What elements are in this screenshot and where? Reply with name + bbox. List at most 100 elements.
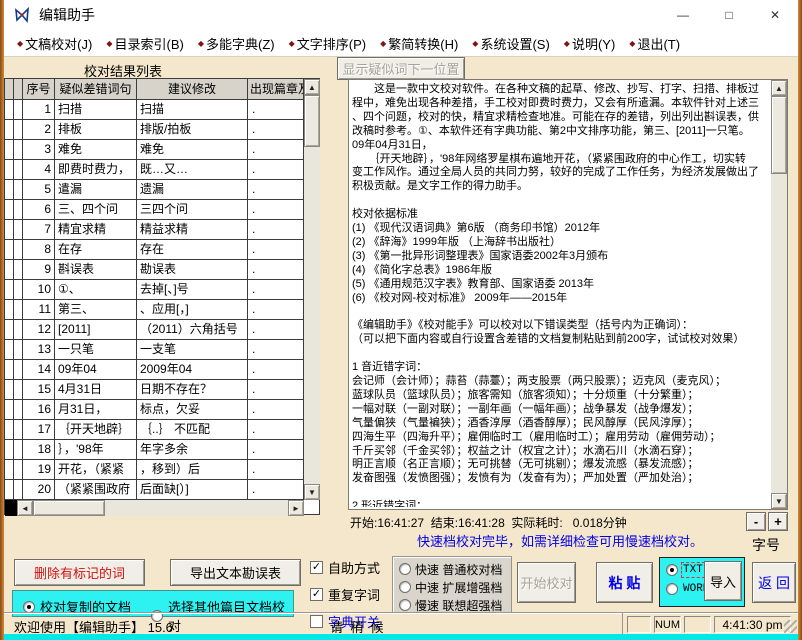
row-suggestion: 标点，欠妥 — [137, 400, 248, 420]
grid-header-ref: 出现篇章及 — [248, 79, 304, 100]
suspect-row[interactable]: 4 即费时费力， 既…又… . — [5, 160, 319, 180]
menu-item-label: 文字排序(P) — [297, 34, 366, 53]
suspect-row[interactable]: 11 第三、 、应用[，] . — [5, 300, 319, 320]
doc-vscrollbar[interactable]: ▲ ▼ — [771, 80, 787, 509]
start-check-button[interactable]: 开始校对 — [517, 562, 576, 603]
suspect-row[interactable]: 8 在存 存在 . — [5, 240, 319, 260]
document-text: 这是一款中文校对软件。在各种文稿的起草、修改、抄写、打字、扫措、排板过 程中，难… — [352, 83, 772, 507]
row-suggestion: 、应用[，] — [137, 300, 248, 320]
row-no: 17 — [23, 420, 55, 440]
row-suggestion: 存在 — [137, 240, 248, 260]
suspect-row[interactable]: 6 三、四个问 三四个问 . — [5, 200, 319, 220]
grid-header-wrong: 疑似差错词句 — [55, 79, 137, 100]
row-wrong-word: 在存 — [55, 240, 137, 260]
row-no: 5 — [23, 180, 55, 200]
document-textarea[interactable]: 这是一款中文校对软件。在各种文稿的起草、修改、抄写、打字、扫措、排板过 程中，难… — [348, 79, 788, 510]
suspect-row[interactable]: 16 月31日， 标点，欠妥 . — [5, 400, 319, 420]
minimize-button-icon[interactable]: — — [660, 0, 706, 30]
paste-button[interactable]: 粘 贴 — [596, 562, 653, 603]
suspect-row[interactable]: 14 09年04 2009年04 . — [5, 360, 319, 380]
row-suggestion: 2009年04 — [137, 360, 248, 380]
menu-item[interactable]: 系统设置(S) — [465, 30, 557, 56]
suspect-row[interactable]: 2 排板 排版/拍板 . — [5, 120, 319, 140]
row-no: 4 — [23, 160, 55, 180]
format-radio-option[interactable]: TXT — [666, 564, 709, 576]
scroll-right-icon[interactable]: ► — [288, 500, 304, 516]
window-title: 编辑助手 — [39, 5, 95, 25]
speed-option-label: 慢速 联想超强档 — [415, 597, 502, 614]
row-wrong-word: （紧紧围政府 — [55, 480, 137, 500]
maximize-button-icon[interactable]: □ — [706, 0, 752, 30]
radio-icon — [666, 564, 678, 576]
export-errata-button[interactable]: 导出文本勘误表 — [170, 559, 301, 586]
menu-item[interactable]: 退出(T) — [622, 30, 687, 56]
menu-item[interactable]: 文字排序(P) — [282, 30, 374, 56]
row-wrong-word: 难免 — [55, 140, 137, 160]
speed-radio-option[interactable]: 中速 扩展增强档 — [393, 578, 511, 596]
suspect-row[interactable]: 9 斟误表 勘误表 . — [5, 260, 319, 280]
scroll-down-icon[interactable]: ▼ — [771, 493, 787, 509]
status-divider — [622, 613, 623, 635]
radio-icon — [399, 581, 411, 593]
speed-radio-option[interactable]: 快速 普通校对档 — [393, 560, 511, 578]
font-smaller-button[interactable]: - — [746, 512, 766, 531]
row-ref: . — [248, 480, 304, 500]
scroll-up-icon[interactable]: ▲ — [771, 80, 787, 96]
scroll-up-icon[interactable]: ▲ — [304, 79, 320, 95]
switch-checkbox-option[interactable]: ✓ 重复字词 — [310, 585, 380, 604]
format-radio-option[interactable]: WORD — [666, 583, 709, 595]
row-wrong-word: 斟误表 — [55, 260, 137, 280]
doc-vscroll-thumb[interactable] — [771, 96, 787, 174]
menu-item[interactable]: 目录索引(B) — [99, 30, 191, 56]
suspect-row[interactable]: 7 精宜求精 精益求精 . — [5, 220, 319, 240]
switch-checkbox-option[interactable]: ✓ 自助方式 — [310, 558, 380, 577]
row-no: 19 — [23, 460, 55, 480]
show-next-suspect-button[interactable]: 显示疑似词下一位置 — [337, 57, 465, 80]
menu-item[interactable]: 繁简转换(H) — [373, 30, 465, 56]
row-ref: . — [248, 280, 304, 300]
suspect-row[interactable]: 18 ｝，'98年 年字多余 . — [5, 440, 319, 460]
row-ref: . — [248, 400, 304, 420]
status-cell-empty1 — [627, 616, 651, 633]
scroll-left-icon[interactable]: ◄ — [17, 500, 33, 516]
suspect-row[interactable]: 5 遣漏 遗漏 . — [5, 180, 319, 200]
checkbox-icon: ✓ — [310, 561, 323, 574]
row-ref: . — [248, 200, 304, 220]
back-button[interactable]: 返 回 — [752, 562, 796, 603]
grid-hscrollbar[interactable]: ◄ ► — [5, 500, 304, 516]
row-suggestion: 排版/拍板 — [137, 120, 248, 140]
suspect-row[interactable]: 1 扫措 扫描 . — [5, 100, 319, 120]
import-button[interactable]: 导入 — [704, 561, 742, 601]
menubar: 文稿校对(J)目录索引(B)多能字典(Z) 文字排序(P) 繁简转换(H)系统设置(… — [4, 30, 798, 57]
menu-item[interactable]: 说明(Y) — [557, 30, 623, 56]
grid-vscrollbar[interactable]: ▲ ▼ — [304, 79, 320, 500]
row-no: 7 — [23, 220, 55, 240]
suspect-row[interactable]: 10 ①、 去掉[、]号 . — [5, 280, 319, 300]
row-wrong-word: ｛开天地辟｝ — [55, 420, 137, 440]
suspect-row[interactable]: 13 一只笔 一支笔 . — [5, 340, 319, 360]
check-notice: 快速档校对完毕，如需详细检查可用慢速档校对。 — [348, 531, 772, 550]
suspect-row[interactable]: 17 ｛开天地辟｝ ｛..｝ 不匹配 . — [5, 420, 319, 440]
menu-item[interactable]: 文稿校对(J) — [10, 30, 99, 56]
grid-hscroll-thumb[interactable] — [33, 500, 105, 516]
row-ref: . — [248, 260, 304, 280]
suspect-row[interactable]: 19 开花，（紧紧 ，移到）后 . — [5, 460, 319, 480]
row-suggestion: 三四个问 — [137, 200, 248, 220]
grid-vscroll-thumb[interactable] — [304, 95, 320, 147]
suspect-row[interactable]: 12 [2011] （2011）六角括号 . — [5, 320, 319, 340]
close-button-icon[interactable]: ✕ — [752, 0, 798, 30]
suspect-row[interactable]: 3 难免 难免 . — [5, 140, 319, 160]
row-ref: . — [248, 460, 304, 480]
row-suggestion: 日期不存在？ — [137, 380, 248, 400]
delete-marked-button[interactable]: 删除有标记的词 — [14, 559, 145, 586]
font-larger-button[interactable]: + — [768, 512, 788, 531]
resize-grip[interactable] — [784, 620, 797, 633]
row-ref: . — [248, 440, 304, 460]
menu-item[interactable]: 多能字典(Z) — [191, 30, 282, 56]
row-wrong-word: 扫措 — [55, 100, 137, 120]
suspect-row[interactable]: 20 （紧紧围政府 后面缺[）] . — [5, 480, 319, 500]
scroll-down-icon[interactable]: ▼ — [304, 484, 320, 500]
suspect-row[interactable]: 15 4月31日 日期不存在？ . — [5, 380, 319, 400]
row-suggestion: 扫描 — [137, 100, 248, 120]
row-suggestion: 既…又… — [137, 160, 248, 180]
